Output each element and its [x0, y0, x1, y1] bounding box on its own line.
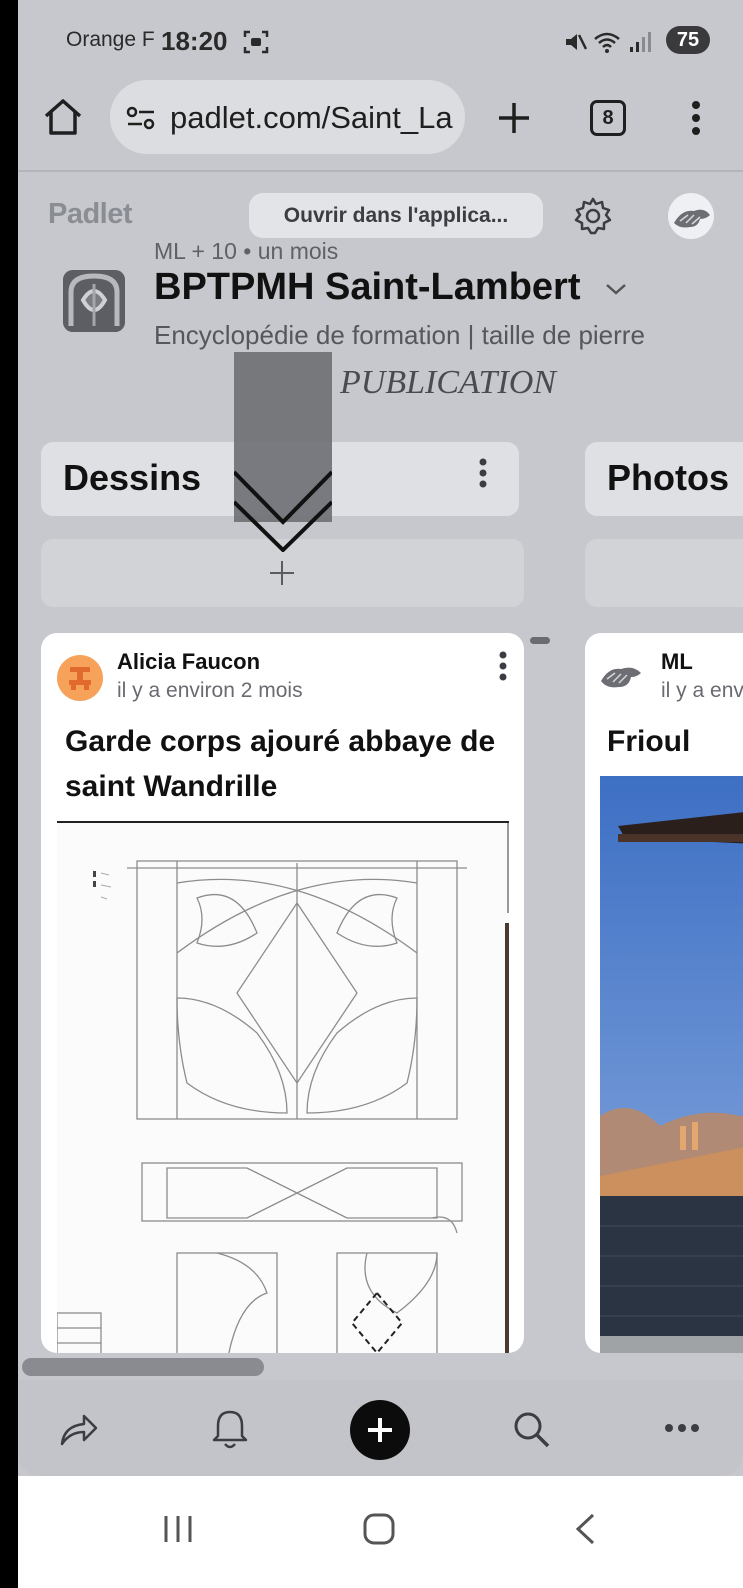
more-icon[interactable] — [664, 1422, 700, 1434]
plus-icon[interactable] — [269, 560, 295, 586]
publication-label: PUBLICATION — [340, 364, 556, 401]
board-meta: ML + 10 • un mois — [154, 238, 339, 264]
post-time: il y a environ 2 mois — [117, 679, 303, 702]
signal-icon — [630, 32, 651, 52]
board-title-text: BPTPMH Saint-Lambert — [154, 266, 581, 308]
board-title[interactable]: BPTPMH Saint-Lambert — [154, 266, 627, 309]
add-post-button[interactable] — [350, 1400, 410, 1460]
site-settings-icon[interactable] — [126, 105, 156, 131]
carrier-label: Orange F — [66, 28, 155, 51]
recents-icon[interactable] — [162, 1514, 194, 1544]
new-tab-icon[interactable] — [496, 100, 532, 136]
url-bar[interactable]: padlet.com/Saint_La — [110, 80, 465, 154]
post-author[interactable]: ML — [661, 649, 693, 675]
chevron-down-icon[interactable] — [605, 282, 627, 296]
post-card[interactable]: Alicia Faucon il y a environ 2 mois Gard… — [41, 633, 524, 1353]
post-card[interactable]: ML il y a environ 2 mois Frioul — [585, 633, 743, 1353]
android-home-icon[interactable] — [362, 1512, 396, 1546]
clock: 18:20 — [161, 26, 228, 56]
settings-icon[interactable] — [573, 196, 613, 236]
search-icon[interactable] — [512, 1410, 552, 1450]
author-avatar — [597, 655, 645, 701]
add-post-row[interactable] — [585, 539, 743, 607]
back-icon[interactable] — [573, 1512, 597, 1546]
board-thumbnail — [63, 270, 125, 332]
author-avatar — [57, 655, 103, 701]
user-avatar[interactable] — [668, 193, 714, 239]
horizontal-scrollbar[interactable] — [22, 1358, 264, 1376]
post-menu-icon[interactable] — [497, 651, 509, 681]
section-menu-icon[interactable] — [477, 458, 489, 488]
home-icon[interactable] — [42, 96, 84, 138]
battery-indicator: 75 — [666, 26, 710, 54]
bottom-toolbar — [18, 1380, 743, 1476]
drawing-attachment[interactable] — [56, 821, 509, 1353]
browser-divider — [18, 170, 743, 172]
mute-icon — [566, 34, 587, 50]
screenshot-icon — [243, 30, 269, 54]
tabs-count-button[interactable]: 8 — [590, 100, 626, 136]
padlet-logo[interactable]: Padlet — [48, 198, 133, 231]
post-title[interactable]: Garde corps ajouré abbaye de saint Wandr… — [65, 719, 505, 809]
screen: Orange F 18:20 75 padlet.com/Saint_La 8 … — [18, 0, 743, 1588]
bell-icon[interactable] — [212, 1408, 248, 1450]
wifi-icon — [594, 32, 620, 53]
browser-menu-icon[interactable] — [690, 100, 702, 136]
post-author[interactable]: Alicia Faucon — [117, 649, 260, 675]
android-nav-bar — [18, 1476, 743, 1588]
section-header-photos[interactable]: Photos — [585, 442, 743, 516]
add-icon — [368, 1418, 392, 1442]
share-icon[interactable] — [58, 1412, 100, 1448]
section-title: Photos — [607, 457, 729, 498]
overlay-down-arrow-icon — [234, 352, 332, 552]
photo-attachment[interactable] — [600, 776, 743, 1353]
open-in-app-button[interactable]: Ouvrir dans l'applica... — [249, 193, 543, 238]
post-title[interactable]: Frioul — [607, 719, 743, 764]
section-title: Dessins — [63, 457, 202, 498]
post-time: il y a environ 2 mois — [661, 679, 743, 702]
vertical-scroll-indicator[interactable] — [530, 637, 550, 644]
url-text: padlet.com/Saint_La — [170, 100, 453, 135]
board-subtitle: Encyclopédie de formation | taille de pi… — [154, 320, 645, 350]
